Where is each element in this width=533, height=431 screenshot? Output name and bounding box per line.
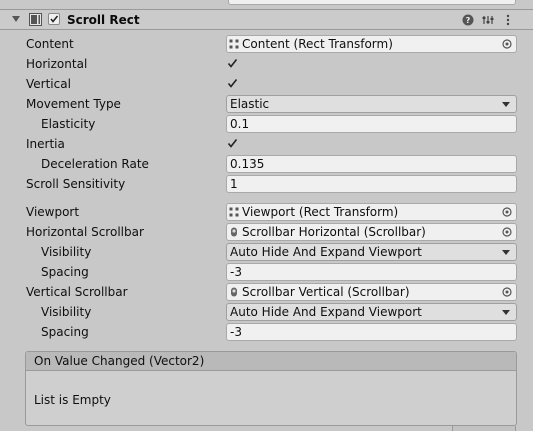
v-spacing-label[interactable]: Spacing [41, 324, 89, 340]
preset-icon[interactable] [481, 13, 495, 27]
v-spacing-row: Spacing -3 [0, 323, 533, 341]
elasticity-field[interactable]: 0.1 [226, 115, 517, 133]
v-visibility-label: Visibility [41, 305, 92, 319]
horizontal-scrollbar-value: Scrollbar Horizontal (Scrollbar) [242, 225, 426, 239]
v-visibility-value: Auto Hide And Expand Viewport [230, 305, 422, 319]
event-add-remove-footer[interactable] [452, 426, 516, 431]
check-icon [50, 15, 59, 23]
event-empty-text: List is Empty [34, 393, 111, 407]
movement-type-value: Elastic [230, 97, 270, 111]
help-icon[interactable]: ? [461, 13, 475, 27]
scrollbar-icon [231, 287, 237, 297]
rect-transform-icon [229, 207, 239, 217]
h-spacing-row: Spacing -3 [0, 263, 533, 281]
scroll-sensitivity-row: Scroll Sensitivity 1 [0, 175, 533, 193]
elasticity-row: Elasticity 0.1 [0, 115, 533, 133]
chevron-down-icon [502, 310, 510, 315]
h-visibility-dropdown[interactable]: Auto Hide And Expand Viewport [226, 243, 517, 261]
content-label: Content [26, 37, 74, 51]
deceleration-rate-label[interactable]: Deceleration Rate [41, 156, 149, 172]
horizontal-row: Horizontal [0, 55, 533, 73]
on-value-changed-event: On Value Changed (Vector2) List is Empty [25, 351, 517, 426]
inertia-checkbox[interactable] [226, 137, 239, 150]
vertical-row: Vertical [0, 75, 533, 93]
previous-field[interactable] [228, 0, 516, 5]
h-spacing-label[interactable]: Spacing [41, 264, 89, 280]
scroll-sensitivity-field[interactable]: 1 [226, 175, 517, 193]
content-value: Content (Rect Transform) [242, 37, 393, 51]
deceleration-rate-field[interactable]: 0.135 [226, 155, 517, 173]
horizontal-scrollbar-object-field[interactable]: Scrollbar Horizontal (Scrollbar) [226, 223, 517, 241]
inspector-panel: Scroll Rect ? Content Content (Rect Tran… [0, 0, 533, 431]
kebab-menu-icon[interactable] [501, 13, 515, 27]
vertical-scrollbar-object-field[interactable]: Scrollbar Vertical (Scrollbar) [226, 283, 517, 301]
object-picker-icon[interactable] [502, 207, 512, 217]
v-visibility-dropdown[interactable]: Auto Hide And Expand Viewport [226, 303, 517, 321]
content-object-field[interactable]: Content (Rect Transform) [226, 35, 517, 53]
event-header: On Value Changed (Vector2) [26, 352, 516, 371]
scrollbar-icon [231, 227, 237, 237]
horizontal-label: Horizontal [26, 57, 88, 71]
svg-text:?: ? [466, 16, 471, 25]
vertical-scrollbar-label: Vertical Scrollbar [26, 285, 128, 299]
chevron-down-icon [502, 250, 510, 255]
component-title: Scroll Rect [67, 13, 140, 27]
previous-component-remnant [0, 0, 533, 8]
component-enabled-checkbox[interactable] [48, 13, 60, 25]
horizontal-scrollbar-label: Horizontal Scrollbar [26, 225, 144, 239]
inertia-row: Inertia [0, 135, 533, 153]
viewport-label: Viewport [26, 205, 80, 219]
movement-type-row: Movement Type Elastic [0, 95, 533, 113]
movement-type-dropdown[interactable]: Elastic [226, 95, 517, 113]
viewport-row: Viewport Viewport (Rect Transform) [0, 203, 533, 221]
viewport-object-field[interactable]: Viewport (Rect Transform) [226, 203, 517, 221]
h-visibility-label: Visibility [41, 245, 92, 259]
movement-type-label: Movement Type [26, 97, 121, 111]
inertia-label: Inertia [26, 137, 65, 151]
scroll-rect-icon [29, 13, 42, 26]
deceleration-rate-row: Deceleration Rate 0.135 [0, 155, 533, 173]
vertical-scrollbar-value: Scrollbar Vertical (Scrollbar) [242, 285, 410, 299]
vertical-scrollbar-row: Vertical Scrollbar Scrollbar Vertical (S… [0, 283, 533, 301]
vertical-label: Vertical [26, 77, 71, 91]
chevron-down-icon [502, 102, 510, 107]
object-picker-icon[interactable] [502, 39, 512, 49]
horizontal-checkbox[interactable] [226, 57, 239, 70]
component-header[interactable]: Scroll Rect ? [0, 9, 533, 30]
vertical-checkbox[interactable] [226, 77, 239, 90]
object-picker-icon[interactable] [502, 287, 512, 297]
h-spacing-field[interactable]: -3 [226, 263, 517, 281]
v-spacing-field[interactable]: -3 [226, 323, 517, 341]
horizontal-scrollbar-row: Horizontal Scrollbar Scrollbar Horizonta… [0, 223, 533, 241]
foldout-arrow-icon[interactable] [12, 16, 20, 22]
v-visibility-row: Visibility Auto Hide And Expand Viewport [0, 303, 533, 321]
viewport-value: Viewport (Rect Transform) [242, 205, 399, 219]
rect-transform-icon [229, 39, 239, 49]
h-visibility-value: Auto Hide And Expand Viewport [230, 245, 422, 259]
elasticity-label[interactable]: Elasticity [41, 116, 95, 132]
content-row: Content Content (Rect Transform) [0, 35, 533, 53]
object-picker-icon[interactable] [502, 227, 512, 237]
scroll-sensitivity-label[interactable]: Scroll Sensitivity [26, 176, 125, 192]
h-visibility-row: Visibility Auto Hide And Expand Viewport [0, 243, 533, 261]
